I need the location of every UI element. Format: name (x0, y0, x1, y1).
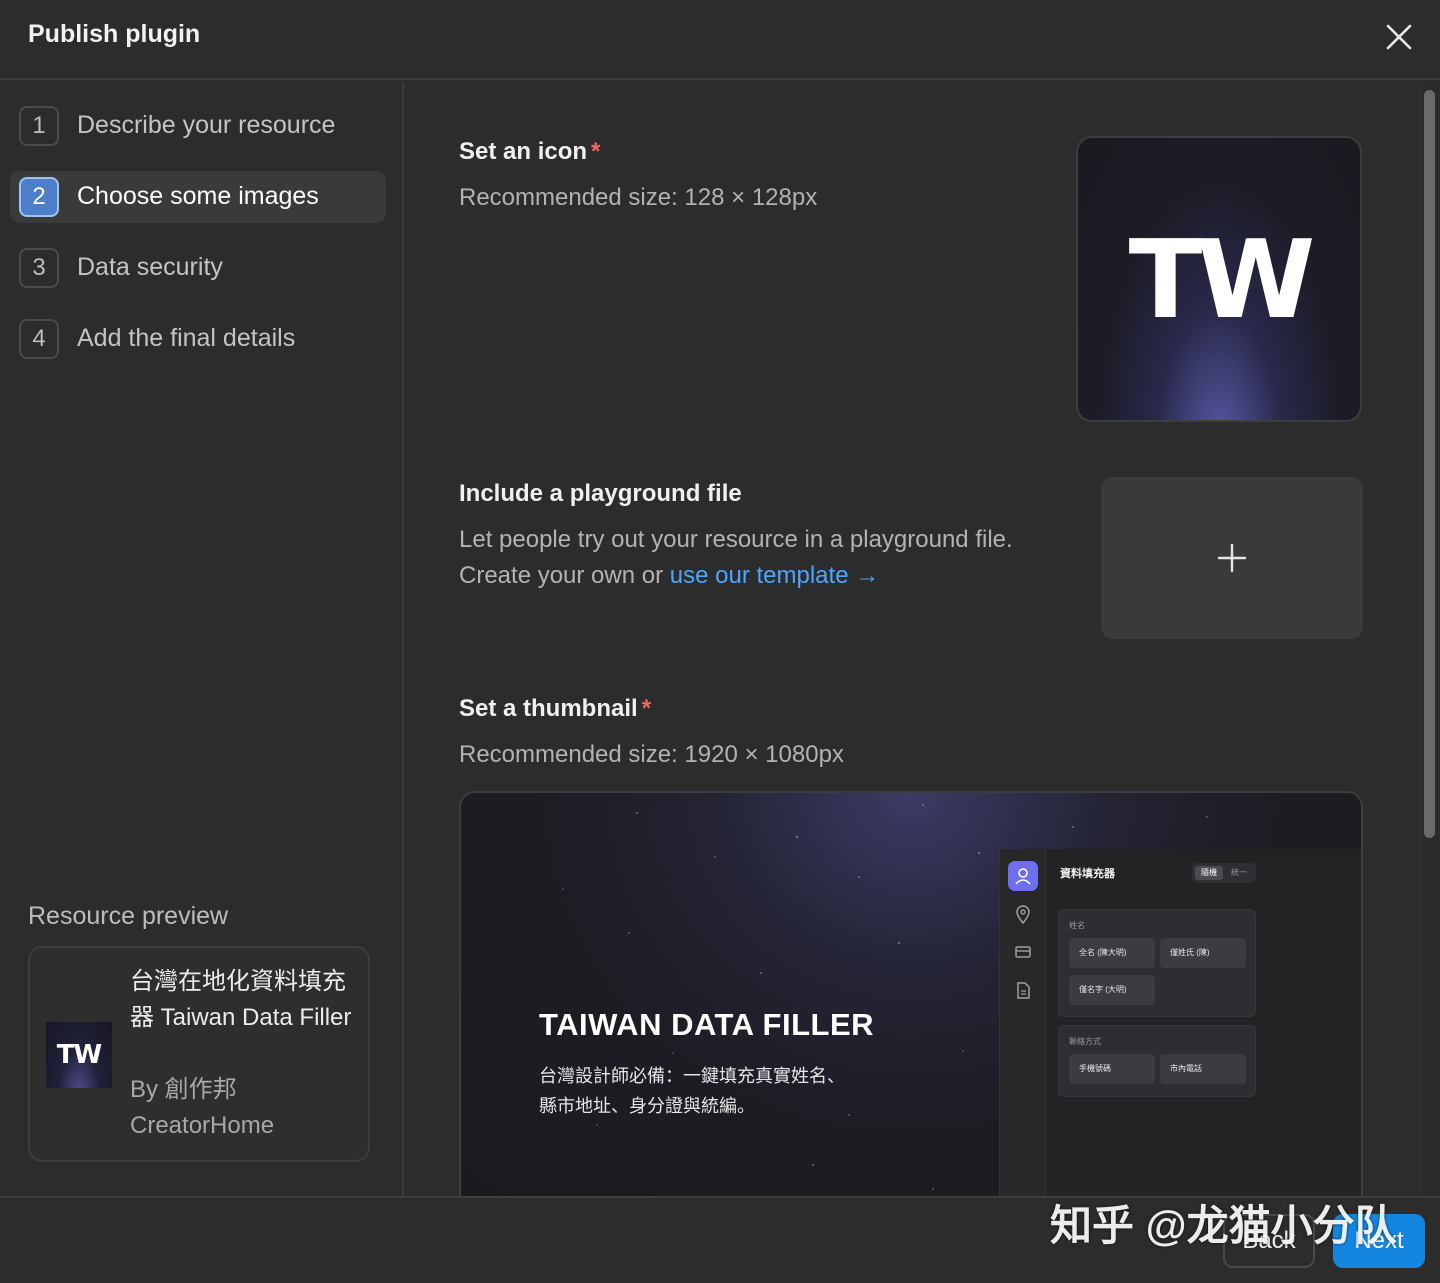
icon-section-title: Set an icon * (459, 138, 601, 165)
thumbnail-section-title: Set a thumbnail * (459, 695, 652, 722)
mock-tab-switch: 隨機 統一 (1192, 863, 1256, 883)
mock-contact-group: 聯絡方式 手機號碼 市內電話 (1058, 1025, 1256, 1097)
location-pin-icon (1008, 899, 1038, 929)
dialog-footer: Back Next (0, 1196, 1440, 1283)
mock-tab-uniform: 統一 (1231, 868, 1247, 877)
mock-chip: 手機號碼 (1069, 1054, 1155, 1084)
add-playground-button[interactable] (1101, 477, 1363, 639)
step-number: 4 (19, 319, 59, 359)
step-choose-images[interactable]: 2 Choose some images (10, 171, 386, 223)
mock-group-label: 聯絡方式 (1069, 1037, 1101, 1046)
scrollbar[interactable] (1420, 84, 1438, 1194)
icon-upload-preview[interactable]: TW (1076, 136, 1362, 422)
step-describe-resource[interactable]: 1 Describe your resource (10, 100, 386, 152)
mock-chip: 市內電話 (1160, 1054, 1246, 1084)
document-icon (1008, 975, 1038, 1005)
main-content: Set an icon * Recommended size: 128 × 128… (406, 82, 1418, 1196)
mock-title: 資料填充器 (1060, 868, 1115, 880)
thumbnail-headline: TAIWAN DATA FILLER (539, 1007, 875, 1042)
use-template-link[interactable]: use our template → (670, 562, 879, 589)
preview-plugin-author: By 創作邦 CreatorHome (130, 1076, 275, 1139)
steps-sidebar: 1 Describe your resource 2 Choose some i… (0, 82, 404, 1196)
plus-icon (1217, 543, 1247, 573)
resource-preview-title: Resource preview (28, 902, 229, 930)
plugin-ui-mockup: 資料填充器 隨機 統一 姓名 全名 (陳大明) 僅姓氏 (陳) 僅名字 (大明)… (999, 849, 1361, 1196)
user-icon (1008, 861, 1038, 891)
step-number: 1 (19, 106, 59, 146)
step-data-security[interactable]: 3 Data security (10, 242, 386, 294)
mock-chip: 全名 (陳大明) (1069, 938, 1155, 968)
required-mark: * (591, 138, 601, 165)
icon-image-text: TW (1128, 218, 1316, 343)
playground-section-title: Include a playground file (459, 480, 742, 507)
icon-size-hint: Recommended size: 128 × 128px (459, 184, 818, 211)
playground-template-line: Create your own or use our template → (459, 562, 880, 589)
thumbnail-size-hint: Recommended size: 1920 × 1080px (459, 741, 844, 768)
thumbnail-description: 台灣設計師必備：一鍵填充真實姓名、 縣市地址、身分證與統編。 (539, 1066, 845, 1116)
mock-icon-rail (1000, 849, 1046, 1196)
scrollbar-thumb[interactable] (1424, 90, 1435, 838)
preview-plugin-name: 台灣在地化資料填充器 Taiwan Data Filler (130, 968, 352, 1031)
mock-chip: 僅名字 (大明) (1069, 975, 1155, 1005)
step-final-details[interactable]: 4 Add the final details (10, 313, 386, 365)
card-icon (1008, 937, 1038, 967)
back-button[interactable]: Back (1223, 1214, 1315, 1268)
step-label: Add the final details (77, 324, 296, 352)
thumbnail-upload-preview[interactable]: TAIWAN DATA FILLER 台灣設計師必備：一鍵填充真實姓名、 縣市地… (459, 791, 1363, 1196)
playground-description: Let people try out your resource in a pl… (459, 526, 1013, 553)
mock-chip: 僅姓氏 (陳) (1160, 938, 1246, 968)
step-number: 3 (19, 248, 59, 288)
resource-preview-card: TW 台灣在地化資料填充器 Taiwan Data Filler By 創作邦 … (28, 946, 370, 1162)
preview-plugin-icon: TW (46, 1022, 112, 1088)
mock-tab-random: 隨機 (1195, 866, 1223, 880)
step-label: Data security (77, 253, 223, 281)
dialog-header: Publish plugin (0, 0, 1440, 80)
close-icon[interactable] (1382, 20, 1416, 54)
mock-group-label: 姓名 (1069, 921, 1085, 930)
dialog-title: Publish plugin (28, 20, 201, 48)
step-label: Choose some images (77, 182, 319, 210)
next-button[interactable]: Next (1333, 1214, 1425, 1268)
required-mark: * (641, 695, 652, 722)
step-label: Describe your resource (77, 111, 336, 139)
step-number: 2 (19, 177, 59, 217)
mock-name-group: 姓名 全名 (陳大明) 僅姓氏 (陳) 僅名字 (大明) (1058, 909, 1256, 1017)
